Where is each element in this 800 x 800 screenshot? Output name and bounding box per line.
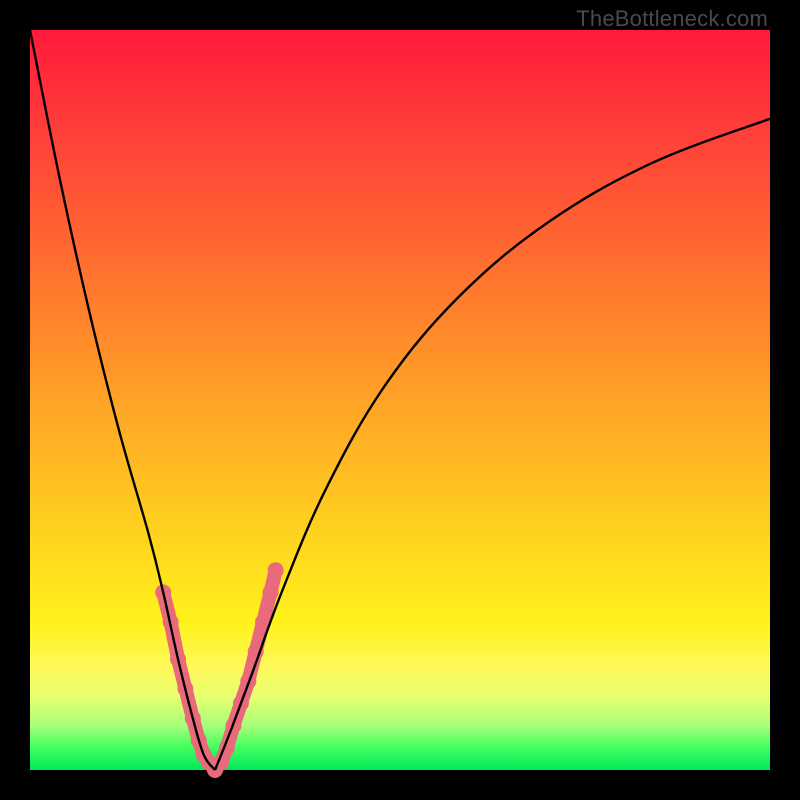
curve-right-branch [215, 119, 770, 770]
accent-dot [263, 584, 279, 600]
chart-frame: TheBottleneck.com [0, 0, 800, 800]
accent-marker-group [155, 562, 283, 778]
curve-layer [30, 30, 770, 770]
accent-dot [268, 562, 284, 578]
curve-left-branch [30, 30, 215, 770]
watermark-text: TheBottleneck.com [576, 6, 768, 32]
curve-group [30, 30, 770, 770]
